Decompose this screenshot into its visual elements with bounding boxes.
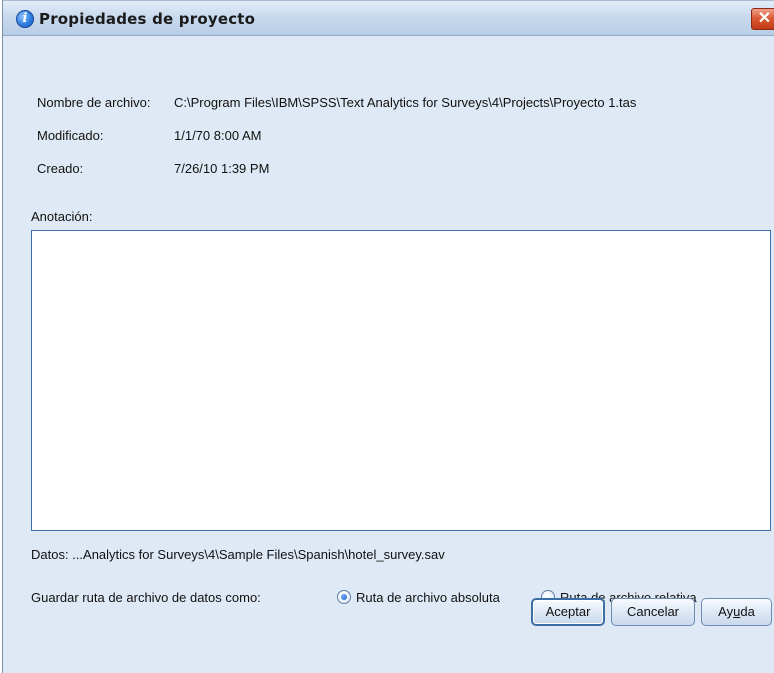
cancel-button[interactable]: Cancelar bbox=[611, 598, 695, 626]
absolute-path-radio[interactable] bbox=[337, 590, 351, 604]
dialog-title: Propiedades de proyecto bbox=[39, 10, 256, 28]
created-value: 7/26/10 1:39 PM bbox=[174, 161, 270, 176]
close-button[interactable]: ✕ bbox=[751, 8, 774, 30]
created-label: Creado: bbox=[37, 161, 84, 176]
info-icon: i bbox=[16, 10, 34, 28]
dialog-body: Nombre de archivo: C:\Program Files\IBM\… bbox=[3, 37, 774, 673]
ok-button[interactable]: Aceptar bbox=[531, 598, 605, 626]
modified-label: Modificado: bbox=[37, 128, 104, 143]
annotation-label: Anotación: bbox=[31, 209, 93, 224]
title-bar[interactable]: i Propiedades de proyecto ✕ bbox=[3, 0, 774, 36]
save-path-label: Guardar ruta de archivo de datos como: bbox=[31, 590, 261, 605]
help-button[interactable]: Ayuda bbox=[701, 598, 772, 626]
filename-label: Nombre de archivo: bbox=[37, 95, 151, 110]
close-icon: ✕ bbox=[757, 10, 772, 27]
absolute-path-label[interactable]: Ruta de archivo absoluta bbox=[356, 590, 500, 605]
help-label-start: Ay bbox=[718, 604, 734, 619]
data-file-path: Datos: ...Analytics for Surveys\4\Sample… bbox=[31, 547, 445, 562]
help-label-end: da bbox=[740, 604, 755, 619]
filename-value: C:\Program Files\IBM\SPSS\Text Analytics… bbox=[174, 95, 637, 110]
modified-value: 1/1/70 8:00 AM bbox=[174, 128, 262, 143]
project-properties-dialog: i Propiedades de proyecto ✕ Nombre de ar… bbox=[2, 0, 774, 673]
annotation-textarea[interactable] bbox=[31, 230, 771, 531]
